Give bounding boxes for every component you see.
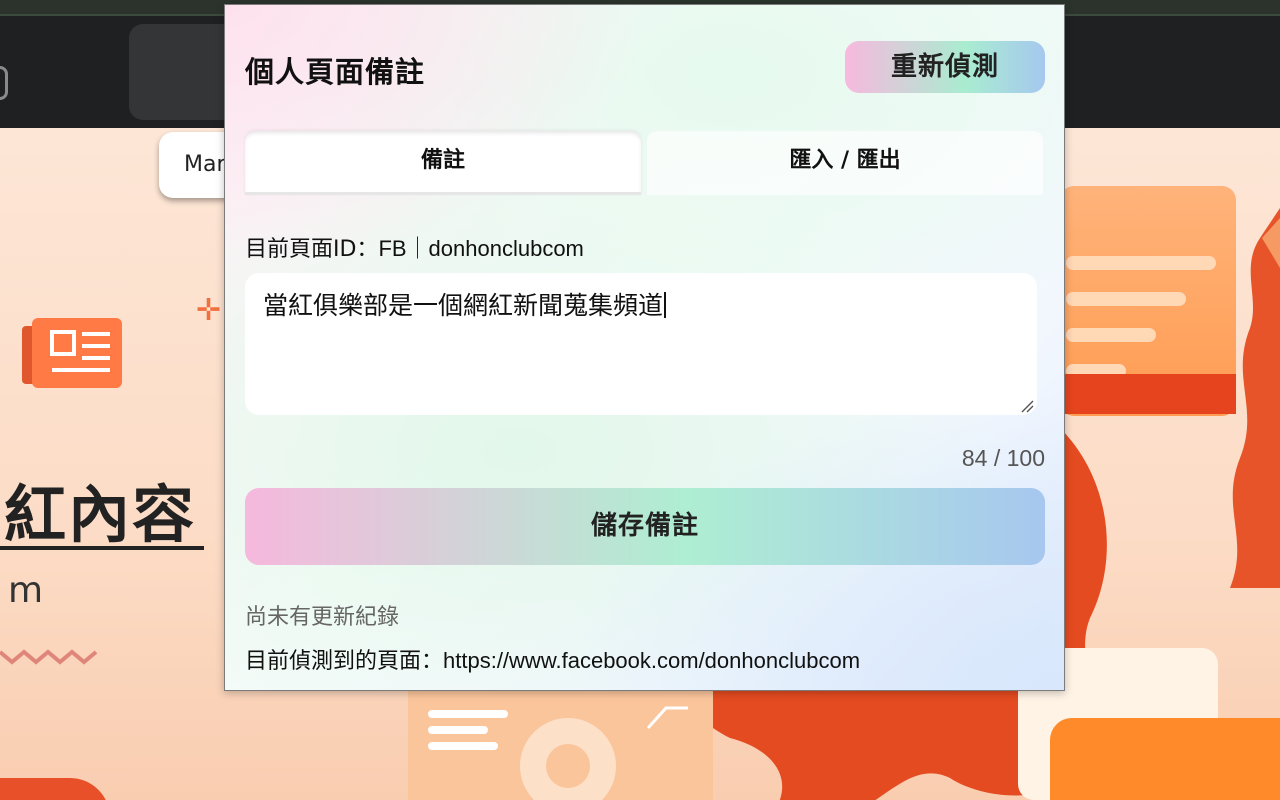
page-id-label: 目前頁面ID： <box>245 237 379 262</box>
background-heading-underline <box>0 546 204 550</box>
page-notes-popup: 個人頁面備註 重新偵測 備註 匯入 / 匯出 目前頁面ID：FB｜donhonc… <box>224 4 1065 691</box>
detected-page-url: https://www.facebook.com/donhonclubcom <box>443 648 861 673</box>
zigzag-decoration <box>0 649 98 665</box>
detected-page: 目前偵測到的頁面：https://www.facebook.com/donhon… <box>245 643 860 675</box>
update-status: 尚未有更新紀錄 <box>245 605 400 630</box>
news-document-icon <box>22 318 122 388</box>
note-text: 當紅俱樂部是一個網紅新聞蒐集頻道 <box>263 291 664 320</box>
detected-page-label: 目前偵測到的頁面： <box>245 649 444 674</box>
illustration-block-left <box>0 778 110 800</box>
tab-import-export[interactable]: 匯入 / 匯出 <box>647 131 1043 195</box>
save-note-button[interactable]: 儲存備註 <box>245 488 1045 565</box>
note-textarea[interactable]: 當紅俱樂部是一個網紅新聞蒐集頻道 <box>245 273 1037 415</box>
text-caret <box>664 292 667 318</box>
toolbar-edge-button[interactable] <box>0 66 8 100</box>
background-pill-label: Mar <box>184 152 226 177</box>
page-id-value: FB｜donhonclubcom <box>378 236 584 261</box>
right-flame-illustration <box>1230 208 1280 588</box>
background-heading: 紅內容 <box>4 478 197 551</box>
current-page-id: 目前頁面ID：FB｜donhonclubcom <box>245 231 584 263</box>
character-counter: 84 / 100 <box>961 445 1045 471</box>
tab-bar: 備註 匯入 / 匯出 <box>245 131 1045 199</box>
chart-illustration <box>408 688 713 800</box>
background-subtitle: m <box>8 570 44 611</box>
tab-notes[interactable]: 備註 <box>245 131 641 195</box>
popup-title: 個人頁面備註 <box>245 55 426 89</box>
illustration-block-orange <box>1050 718 1280 800</box>
resize-grip-icon[interactable] <box>1020 399 1034 413</box>
redetect-button[interactable]: 重新偵測 <box>845 41 1045 93</box>
sparkle-icon: ✛ <box>196 293 222 328</box>
